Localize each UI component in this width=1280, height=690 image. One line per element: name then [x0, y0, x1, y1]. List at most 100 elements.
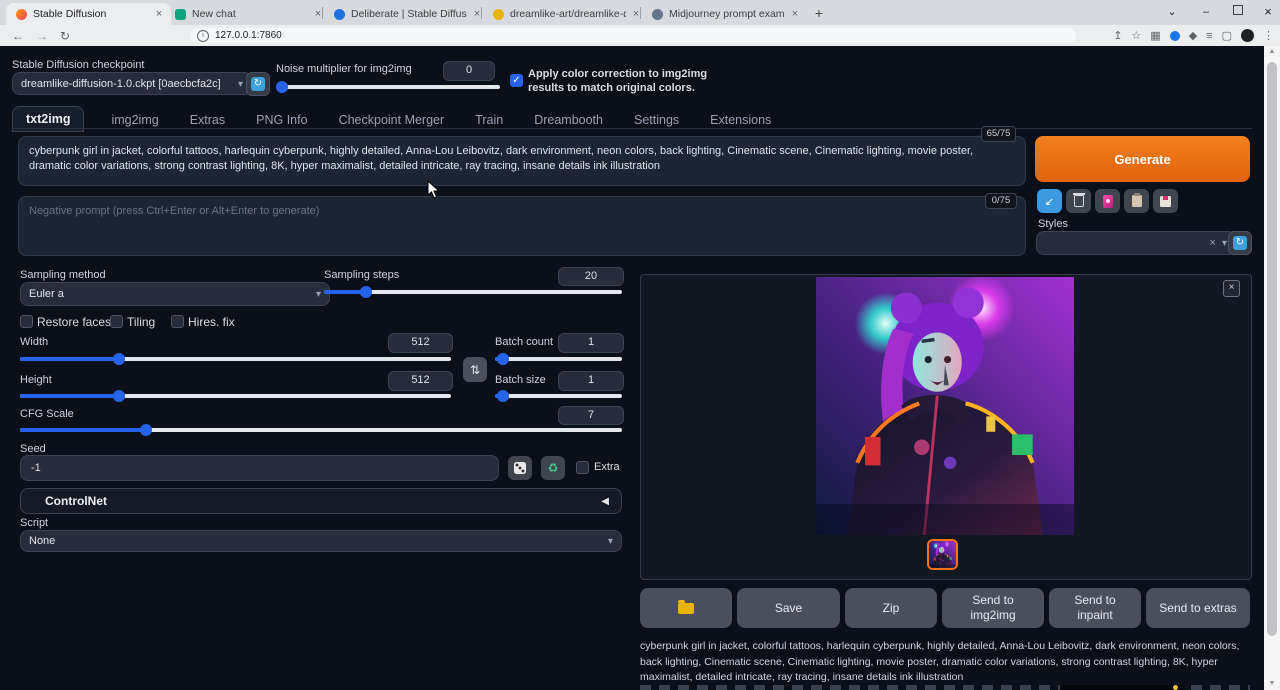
swap-arrows-icon: ⇅	[470, 363, 480, 377]
batch-size-slider[interactable]	[495, 394, 622, 398]
browser-tab-stable-diffusion[interactable]: Stable Diffusion ×	[6, 3, 171, 25]
generation-info-text: cyberpunk girl in jacket, colorful tatto…	[640, 639, 1250, 686]
site-info-icon[interactable]: i	[197, 30, 209, 42]
browser-tab-midjourney[interactable]: Midjourney prompt examples : L ×	[642, 3, 807, 25]
gallery-thumbnail[interactable]	[927, 539, 958, 570]
browser-tab-dreamlike[interactable]: dreamlike-art/dreamlike-diffusio ×	[483, 3, 648, 25]
height-label: Height	[20, 374, 52, 386]
height-value[interactable]: 512	[388, 371, 453, 391]
width-label: Width	[20, 336, 48, 348]
address-bar[interactable]: i 127.0.0.1:7860	[190, 28, 1076, 43]
tab-title: New chat	[192, 8, 308, 20]
restore-faces-checkbox[interactable]	[20, 315, 33, 328]
checkpoint-refresh-button[interactable]	[246, 72, 270, 96]
prompt-input[interactable]: cyberpunk girl in jacket, colorful tatto…	[18, 136, 1026, 186]
batch-count-label: Batch count	[495, 336, 553, 348]
negative-prompt-token-counter: 0/75	[985, 193, 1017, 209]
send-to-inpaint-button[interactable]: Send to inpaint	[1049, 588, 1141, 628]
negative-prompt-input[interactable]	[18, 196, 1026, 256]
extension-blue-icon[interactable]	[1170, 31, 1180, 41]
clear-styles-icon[interactable]: ×	[1210, 237, 1216, 249]
tab-title: Midjourney prompt examples : L	[669, 8, 785, 20]
noise-multiplier-label: Noise multiplier for img2img	[276, 63, 412, 75]
window-close-button[interactable]: ×	[1254, 2, 1280, 22]
swap-dimensions-button[interactable]: ⇅	[463, 357, 487, 382]
width-value[interactable]: 512	[388, 333, 453, 353]
reuse-seed-button[interactable]	[541, 456, 565, 480]
avatar[interactable]	[1241, 29, 1254, 42]
controlnet-accordion[interactable]: ControlNet	[20, 488, 622, 514]
open-folder-button[interactable]	[640, 588, 732, 628]
color-correction-label: Apply color correction to img2img result…	[528, 67, 730, 95]
clear-prompt-button[interactable]	[1066, 189, 1091, 213]
seed-label: Seed	[20, 443, 46, 455]
apply-style-button[interactable]	[1124, 189, 1149, 213]
script-dropdown[interactable]: None	[20, 530, 622, 552]
extensions-grid-icon[interactable]: ▦	[1150, 30, 1160, 42]
styles-refresh-button[interactable]	[1228, 231, 1252, 255]
send-to-img2img-button[interactable]: Send to img2img	[942, 588, 1044, 628]
bookmark-star-icon[interactable]: ☆	[1131, 30, 1141, 42]
cfg-scale-value[interactable]: 7	[558, 406, 624, 425]
window-minimize-button[interactable]: –	[1192, 2, 1220, 22]
generate-button[interactable]: Generate	[1035, 136, 1250, 182]
sampling-steps-slider[interactable]	[324, 290, 622, 294]
extra-seed-checkbox[interactable]	[576, 461, 589, 474]
clipped-text-row	[640, 685, 1250, 690]
hires-fix-checkbox[interactable]	[171, 315, 184, 328]
close-gallery-icon[interactable]: ×	[1223, 280, 1240, 297]
sampling-steps-value[interactable]: 20	[558, 267, 624, 286]
pin-icon[interactable]: ◆	[1189, 30, 1197, 42]
batch-size-value[interactable]: 1	[558, 371, 624, 391]
chevron-down-icon[interactable]: ⌄	[1158, 2, 1186, 22]
tab-underline	[12, 128, 1252, 129]
scrollbar-down-icon[interactable]: ▼	[1267, 680, 1277, 687]
tab-title: Deliberate | Stable Diffusion Che	[351, 8, 467, 20]
extra-networks-button[interactable]	[1095, 189, 1120, 213]
browser-tab-deliberate[interactable]: Deliberate | Stable Diffusion Che ×	[324, 3, 489, 25]
noise-multiplier-slider[interactable]	[280, 85, 500, 89]
zip-button[interactable]: Zip	[845, 588, 937, 628]
batch-count-value[interactable]: 1	[558, 333, 624, 353]
tiling-checkbox[interactable]	[110, 315, 123, 328]
cfg-scale-slider[interactable]	[20, 428, 622, 432]
styles-label: Styles	[1038, 218, 1068, 230]
checkpoint-value: dreamlike-diffusion-1.0.ckpt [0aecbcfa2c…	[21, 78, 238, 90]
script-label: Script	[20, 517, 48, 529]
width-slider[interactable]	[20, 357, 451, 361]
save-style-button[interactable]	[1153, 189, 1178, 213]
sampling-steps-label: Sampling steps	[324, 269, 399, 281]
paste-params-button[interactable]: ↙	[1037, 189, 1062, 213]
side-panel-icon[interactable]: ▢	[1222, 30, 1232, 42]
back-icon[interactable]: ←	[12, 29, 24, 43]
save-button[interactable]: Save	[737, 588, 840, 628]
generated-image[interactable]	[816, 277, 1074, 535]
browser-tab-strip: Stable Diffusion × New chat × Deliberate…	[0, 0, 1280, 25]
sampling-method-dropdown[interactable]: Euler a	[20, 282, 330, 306]
chevron-down-icon	[316, 288, 321, 300]
noise-multiplier-value[interactable]: 0	[443, 61, 495, 81]
new-tab-button[interactable]: +	[810, 5, 828, 23]
seed-input[interactable]: -1	[20, 455, 499, 481]
close-icon[interactable]: ×	[153, 8, 165, 20]
batch-count-slider[interactable]	[495, 357, 622, 361]
height-slider[interactable]	[20, 394, 451, 398]
menu-dots-icon[interactable]: ⋮	[1263, 30, 1274, 42]
forward-icon[interactable]: →	[36, 29, 48, 43]
checkpoint-dropdown[interactable]: dreamlike-diffusion-1.0.ckpt [0aecbcfa2c…	[12, 72, 252, 95]
clipped-dark-block	[1060, 685, 1185, 690]
color-correction-checkbox[interactable]	[510, 74, 523, 87]
window-maximize-button[interactable]	[1224, 2, 1252, 22]
scrollbar-thumb[interactable]	[1267, 62, 1277, 636]
trash-icon	[1074, 195, 1084, 207]
close-icon[interactable]: ×	[789, 8, 801, 20]
browser-tab-new-chat[interactable]: New chat ×	[165, 3, 330, 25]
scrollbar-up-icon[interactable]: ▲	[1267, 48, 1277, 55]
reload-icon[interactable]: ↻	[60, 29, 70, 43]
send-to-extras-button[interactable]: Send to extras	[1146, 588, 1250, 628]
styles-dropdown[interactable]: ×	[1036, 231, 1236, 255]
random-seed-button[interactable]	[508, 456, 532, 480]
screen: Stable Diffusion × New chat × Deliberate…	[0, 0, 1280, 690]
share-icon[interactable]: ↥	[1113, 30, 1122, 42]
reading-list-icon[interactable]: ≡	[1206, 30, 1212, 42]
